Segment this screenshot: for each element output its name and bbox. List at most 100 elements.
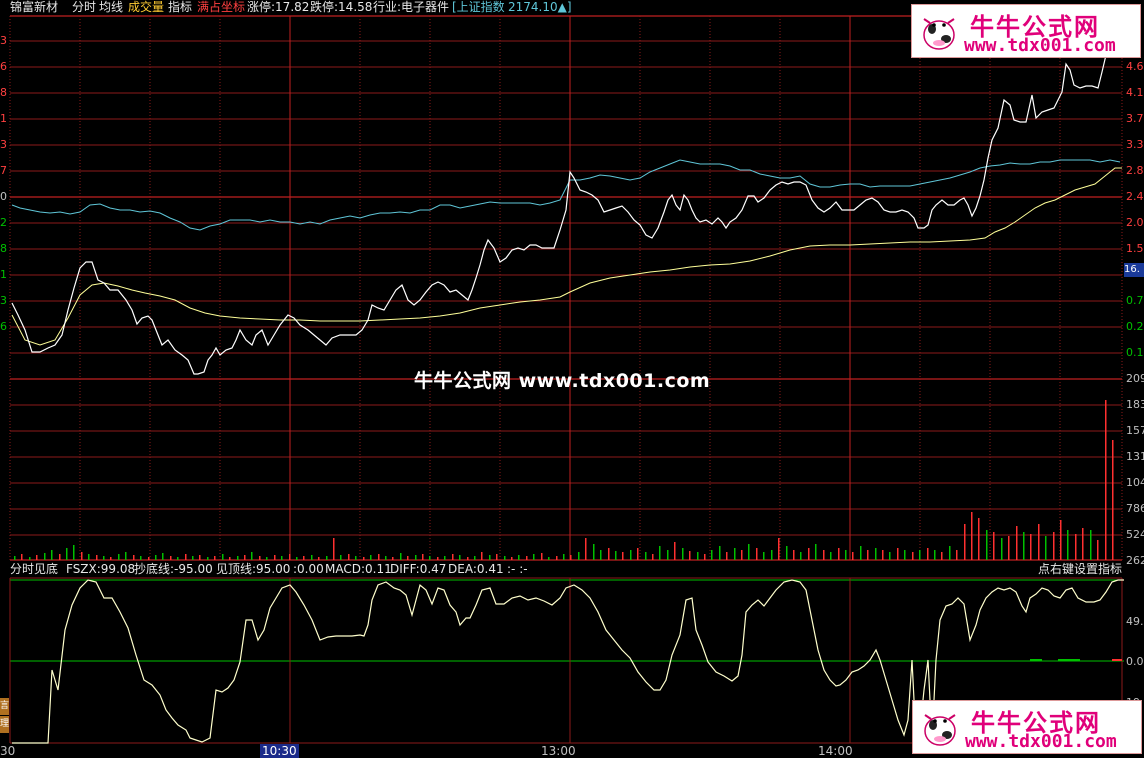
volume-bar xyxy=(437,557,439,560)
volume-bar xyxy=(36,555,38,560)
volume-bar xyxy=(919,550,921,560)
volume-bar xyxy=(88,554,90,560)
right-axis-label-2: 3.7 xyxy=(1126,112,1144,125)
volume-bar xyxy=(882,550,884,560)
price-line xyxy=(11,54,1107,375)
volume-bar xyxy=(860,546,862,560)
indicator-name[interactable]: 分时见底 xyxy=(10,562,58,577)
volume-bar xyxy=(459,555,461,560)
volume-bar xyxy=(934,550,936,560)
left-axis-label-3: 1 xyxy=(0,112,7,125)
macd-bar xyxy=(1058,659,1080,661)
volume-bar xyxy=(1016,526,1018,560)
volume-bar xyxy=(73,545,75,560)
volume-bar xyxy=(823,550,825,560)
volume-bar xyxy=(771,550,773,560)
right-axis-label-5: 2.4 xyxy=(1126,190,1144,203)
volume-axis-label-0: 209 xyxy=(1126,372,1144,385)
volume-bar xyxy=(897,548,899,560)
volume-bar xyxy=(355,556,357,560)
volume-bar xyxy=(1053,532,1055,560)
volume-bar xyxy=(244,555,246,560)
volume-bar xyxy=(867,550,869,560)
right-axis-label-4: 2.8 xyxy=(1126,164,1144,177)
volume-bar xyxy=(1045,536,1047,560)
right-axis-label-1: 4.1 xyxy=(1126,86,1144,99)
volume-bar xyxy=(140,556,142,560)
volume-bar xyxy=(452,554,454,560)
avg-price-line xyxy=(11,167,1122,346)
left-axis-label-10: 3 xyxy=(0,294,7,307)
volume-bar xyxy=(838,548,840,560)
volume-bar xyxy=(504,556,506,560)
volume-bar xyxy=(526,556,528,560)
volume-bar xyxy=(682,548,684,560)
indicator-top-line: 见顶线:95.00 xyxy=(216,562,291,576)
volume-bar xyxy=(978,518,980,560)
volume-bar xyxy=(667,550,669,560)
volume-bar xyxy=(652,554,654,560)
logo-watermark-top: 牛牛公式网 www.tdx001.com xyxy=(911,4,1141,58)
volume-bar xyxy=(281,556,283,560)
volume-bar xyxy=(125,552,127,560)
volume-bar xyxy=(214,556,216,560)
volume-bar xyxy=(311,555,313,560)
volume-bar xyxy=(852,552,854,560)
time-label-1030[interactable]: 10:30 xyxy=(260,744,299,758)
volume-bar xyxy=(1030,534,1032,560)
volume-bar xyxy=(392,557,394,560)
volume-bar xyxy=(148,557,150,560)
volume-bar xyxy=(348,554,350,560)
volume-bar xyxy=(400,553,402,560)
volume-bar xyxy=(467,557,469,560)
side-tag-1[interactable]: 言 xyxy=(0,698,9,715)
volume-bar xyxy=(756,548,758,560)
volume-bar xyxy=(622,552,624,560)
logo-watermark-bottom: 牛牛公式网 www.tdx001.com xyxy=(912,700,1142,754)
volume-bar xyxy=(808,548,810,560)
volume-bar xyxy=(1082,528,1084,560)
volume-bar xyxy=(845,550,847,560)
volume-bar xyxy=(1112,440,1114,560)
volume-bar xyxy=(578,552,580,560)
volume-bar xyxy=(912,552,914,560)
volume-bar xyxy=(793,550,795,560)
left-axis-label-7: 2 xyxy=(0,216,7,229)
indicator-diff: DIFF:0.47 xyxy=(390,562,447,576)
volume-bar xyxy=(563,554,565,560)
indicator-axis-label-1: 0.0 xyxy=(1126,655,1144,668)
indicator-header: 分时见底 FSZX:99.08 抄底线:-95.00 见顶线:95.00 :0.… xyxy=(0,562,1144,578)
indicator-bottom-line: 抄底线:-95.00 xyxy=(134,562,213,576)
side-tag-2[interactable]: 理 xyxy=(0,716,9,733)
volume-bar xyxy=(763,552,765,560)
volume-bar xyxy=(496,554,498,560)
volume-bar xyxy=(674,542,676,560)
volume-bar xyxy=(726,552,728,560)
volume-bar xyxy=(251,552,253,560)
volume-bar xyxy=(993,532,995,560)
volume-bar xyxy=(904,550,906,560)
volume-bar xyxy=(786,546,788,560)
volume-bar xyxy=(734,548,736,560)
volume-bar xyxy=(489,555,491,560)
volume-bar xyxy=(541,553,543,560)
volume-bar xyxy=(719,546,721,560)
time-label-1400: 14:00 xyxy=(818,744,853,758)
volume-bar xyxy=(363,557,365,560)
volume-bar xyxy=(96,555,98,560)
volume-bar xyxy=(630,550,632,560)
indicator-settings-hint[interactable]: 点右键设置指标 xyxy=(1038,562,1122,577)
volume-bar xyxy=(608,548,610,560)
left-axis-label-11: 6 xyxy=(0,320,7,333)
volume-bar xyxy=(964,524,966,560)
volume-axis-label-1: 183 xyxy=(1126,398,1144,411)
volume-bar xyxy=(229,557,231,560)
volume-bar xyxy=(704,554,706,560)
volume-bar xyxy=(1060,520,1062,560)
volume-axis-label-6: 524 xyxy=(1126,528,1144,541)
indicator-tail: :- :- xyxy=(507,562,528,576)
volume-bar xyxy=(1097,540,1099,560)
volume-bar xyxy=(600,550,602,560)
volume-bar xyxy=(103,556,105,560)
volume-axis-label-4: 104 xyxy=(1126,476,1144,489)
